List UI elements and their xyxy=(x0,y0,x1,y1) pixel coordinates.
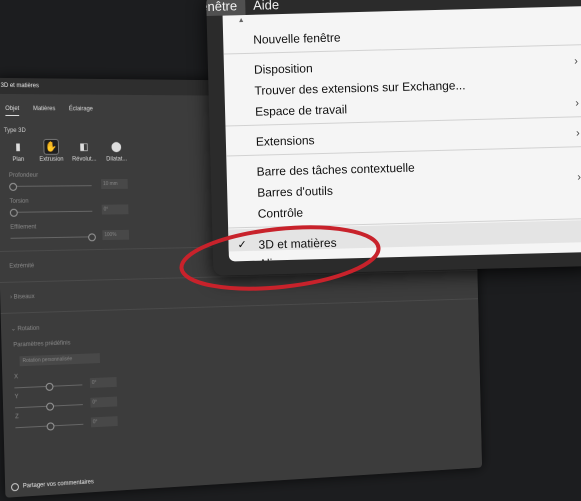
slider-track xyxy=(10,236,93,239)
menu-item-workspace[interactable]: Espace de travail xyxy=(255,101,347,119)
slider-knob[interactable] xyxy=(9,182,18,191)
menu-item-extensions[interactable]: Extensions xyxy=(256,132,315,150)
rotation-label: Rotation xyxy=(17,325,40,333)
extremity-label: Extrémité xyxy=(9,263,35,270)
slider-knob[interactable] xyxy=(9,208,18,217)
inflate-icon: ⬤ xyxy=(110,141,122,153)
type-revolve-button[interactable]: ◧ Révolut... xyxy=(72,140,97,163)
tab-object[interactable]: Objet xyxy=(5,105,20,117)
menu-window[interactable]: Fenêtre xyxy=(206,0,246,16)
window-menu-overlay: Fenêtre Aide ▲ Nouvelle fenêtre Disposit… xyxy=(206,0,581,276)
type-inflate-label: Dilatat... xyxy=(106,156,128,163)
menu-help[interactable]: Aide xyxy=(245,0,287,15)
menu-item-toolbars[interactable]: Barres d'outils xyxy=(257,183,333,201)
feedback-label: Partager vos commentaires xyxy=(22,479,94,490)
axis-x-value[interactable]: 0° xyxy=(89,377,117,388)
feedback-icon xyxy=(10,482,20,492)
menu-item-find-extensions[interactable]: Trouver des extensions sur Exchange... xyxy=(254,77,465,99)
menu-item-align[interactable]: Aligner xyxy=(259,255,297,262)
window-menu-dropdown: ▲ Nouvelle fenêtre Disposition › Trouver… xyxy=(222,5,581,262)
extrude-icon: ✋ xyxy=(43,138,60,155)
type-plane-button[interactable]: ▮ Plan xyxy=(6,140,30,163)
tab-lighting[interactable]: Éclairage xyxy=(69,106,93,116)
slider-knob[interactable] xyxy=(46,422,55,431)
axis-y-value[interactable]: 0° xyxy=(90,396,118,408)
submenu-chevron-icon: › xyxy=(577,171,581,184)
axis-z-value[interactable]: 0° xyxy=(90,416,118,428)
type-extrude-label: Extrusion xyxy=(39,156,64,163)
menu-item-contextual-taskbar[interactable]: Barre des tâches contextuelle xyxy=(256,160,414,180)
twist-value[interactable]: 0° xyxy=(101,204,129,215)
menu-item-3d-materials[interactable]: 3D et matières xyxy=(258,235,336,253)
submenu-chevron-icon: › xyxy=(575,127,580,140)
type-plane-label: Plan xyxy=(12,156,25,163)
plane-icon: ▮ xyxy=(15,141,21,153)
feedback-link[interactable]: Partager vos commentaires xyxy=(10,478,94,492)
slider-track xyxy=(9,210,93,213)
depth-value[interactable]: 10 mm xyxy=(101,179,128,190)
scroll-up-icon[interactable]: ▲ xyxy=(238,17,245,24)
presets-value: Rotation personnalisée xyxy=(22,356,73,365)
type-inflate-button[interactable]: ⬤ Dilatat... xyxy=(105,140,128,163)
type-extrude-button[interactable]: ✋ Extrusion xyxy=(39,138,64,163)
menu-item-layout[interactable]: Disposition xyxy=(254,60,313,78)
slider-knob[interactable] xyxy=(88,233,96,242)
tab-materials[interactable]: Matières xyxy=(33,106,56,116)
checkmark-icon: ✓ xyxy=(237,239,247,252)
menu-item-new-window[interactable]: Nouvelle fenêtre xyxy=(253,29,341,47)
type-revolve-label: Révolut... xyxy=(72,156,97,163)
menu-item-control[interactable]: Contrôle xyxy=(258,205,304,222)
slider-track xyxy=(9,185,92,187)
bevels-label: Biseaux xyxy=(13,294,35,301)
presets-dropdown[interactable]: Rotation personnalisée xyxy=(19,353,100,367)
revolve-icon: ◧ xyxy=(79,141,89,153)
taper-value[interactable]: 100% xyxy=(102,229,130,241)
panel-title: 3D et matières xyxy=(0,82,40,90)
submenu-chevron-icon: › xyxy=(575,97,580,110)
submenu-chevron-icon: › xyxy=(574,55,579,68)
